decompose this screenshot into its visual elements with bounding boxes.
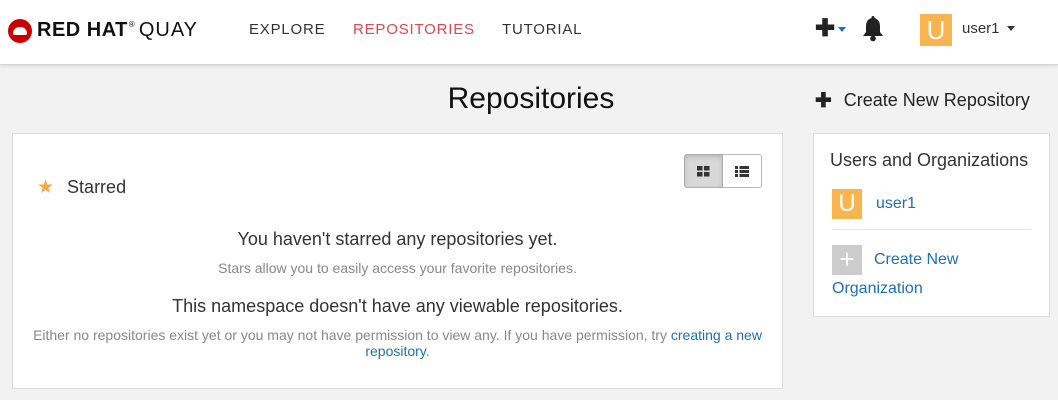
nav-repositories[interactable]: REPOSITORIES [353, 21, 475, 38]
brand-logo-link[interactable]: RED HAT ® QUAY [8, 18, 198, 43]
brand-registered-mark: ® [128, 20, 135, 29]
starred-label: Starred [67, 177, 127, 197]
list-view-button[interactable] [723, 154, 762, 188]
namespace-user-link[interactable]: user1 [876, 195, 916, 213]
starred-section-header: ★ Starred [37, 176, 126, 199]
create-new-repository-button[interactable]: ✚ Create New Repository [815, 88, 1030, 113]
nav-tutorial[interactable]: TUTORIAL [502, 21, 582, 38]
view-toggle [684, 154, 762, 188]
create-new-dropdown[interactable]: ✚ [815, 15, 847, 42]
list-view-icon [735, 165, 749, 177]
empty-namespace-heading: This namespace doesn't have any viewable… [172, 296, 623, 316]
empty-starred-heading: You haven't starred any repositories yet… [237, 229, 558, 249]
brand-product: QUAY [138, 19, 199, 41]
create-new-repository-label: Create New Repository [843, 90, 1030, 110]
plus-icon: ✚ [815, 15, 836, 42]
nav-explore[interactable]: EXPLORE [249, 21, 325, 38]
top-navbar: RED HAT ® QUAY EXPLORE REPOSITORIES TUTO… [0, 0, 1058, 65]
caret-down-icon [838, 26, 847, 32]
red-hat-logo-icon [8, 18, 32, 43]
star-icon: ★ [37, 177, 55, 198]
plus-icon: + [832, 245, 862, 275]
user-menu[interactable]: user1 [962, 20, 1015, 37]
plus-icon: ✚ [815, 90, 832, 112]
panel-title: Users and Organizations [830, 150, 1029, 170]
caret-down-icon [1006, 26, 1015, 31]
repositories-panel: ★ Starred You haven't starred any reposi… [12, 133, 783, 389]
brand-name: RED HAT [37, 19, 128, 41]
users-organizations-panel: Users and Organizations U user1 + Create … [813, 133, 1050, 317]
create-new-organization-link[interactable]: + Create New Organization [832, 245, 1032, 302]
avatar[interactable]: U [920, 14, 952, 46]
empty-starred-subtext: Stars allow you to easily access your fa… [218, 260, 577, 276]
user-menu-label: user1 [962, 20, 1000, 37]
divider [832, 229, 1031, 230]
avatar: U [832, 189, 862, 219]
grid-view-button[interactable] [684, 154, 723, 188]
bell-icon[interactable] [862, 16, 884, 42]
namespace-user1[interactable]: U user1 [832, 189, 916, 219]
grid-view-icon [697, 165, 710, 176]
empty-namespace-subtext: Either no repositories exist yet or you … [33, 327, 762, 359]
